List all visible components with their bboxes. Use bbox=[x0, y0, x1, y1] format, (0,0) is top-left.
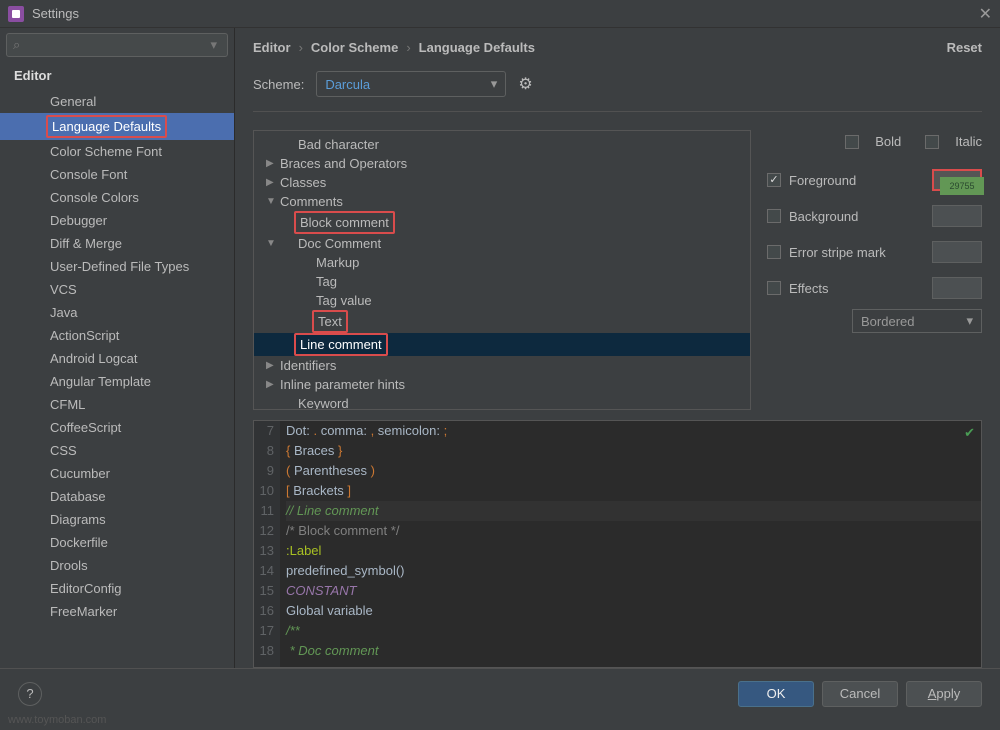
sidebar-item[interactable]: CFML bbox=[0, 393, 234, 416]
main-area: ⌕ ▾ Editor GeneralLanguage DefaultsColor… bbox=[0, 28, 1000, 668]
app-icon bbox=[8, 6, 24, 22]
cancel-button[interactable]: Cancel bbox=[822, 681, 898, 707]
code-preview: 789101112131415161718 Dot: . comma: , se… bbox=[253, 420, 982, 668]
scheme-select[interactable]: Darcula bbox=[316, 71, 506, 97]
attr-item[interactable]: Tag value bbox=[254, 291, 750, 310]
sidebar-item[interactable]: Language Defaults bbox=[0, 113, 234, 140]
attr-item[interactable]: ▼Doc Comment bbox=[254, 234, 750, 253]
breadcrumb: Editor › Color Scheme › Language Default… bbox=[253, 40, 982, 55]
chevron-right-icon: › bbox=[299, 40, 303, 55]
sidebar: ⌕ ▾ Editor GeneralLanguage DefaultsColor… bbox=[0, 28, 235, 668]
reset-link[interactable]: Reset bbox=[947, 40, 982, 55]
footer: ? OK Cancel Apply bbox=[0, 668, 1000, 718]
attr-item[interactable]: ▼Comments bbox=[254, 192, 750, 211]
sidebar-item[interactable]: Dockerfile bbox=[0, 531, 234, 554]
sidebar-item[interactable]: Diagrams bbox=[0, 508, 234, 531]
foreground-label: Foreground bbox=[789, 173, 856, 188]
background-label: Background bbox=[789, 209, 858, 224]
foreground-swatch-box: 29755 bbox=[932, 169, 982, 191]
sidebar-header[interactable]: Editor bbox=[0, 62, 234, 90]
ok-button[interactable]: OK bbox=[738, 681, 814, 707]
code-area[interactable]: Dot: . comma: , semicolon: ;{ Braces }( … bbox=[280, 421, 981, 667]
sidebar-item[interactable]: Angular Template bbox=[0, 370, 234, 393]
sidebar-item[interactable]: VCS bbox=[0, 278, 234, 301]
middle-pane: Bad character▶Braces and Operators▶Class… bbox=[253, 130, 982, 410]
crumb-2[interactable]: Color Scheme bbox=[311, 40, 398, 55]
attr-item[interactable]: Line comment bbox=[254, 333, 750, 356]
bold-label: Bold bbox=[875, 134, 901, 149]
italic-label: Italic bbox=[955, 134, 982, 149]
errorstripe-checkbox[interactable] bbox=[767, 245, 781, 259]
attribute-panel: Bold Italic Foreground 29755 Background bbox=[767, 130, 982, 410]
chevron-right-icon: › bbox=[406, 40, 410, 55]
attr-item[interactable]: ▶Classes bbox=[254, 173, 750, 192]
sidebar-item[interactable]: FreeMarker bbox=[0, 600, 234, 623]
attr-item[interactable]: ▶Inline parameter hints bbox=[254, 375, 750, 394]
sidebar-item[interactable]: Java bbox=[0, 301, 234, 324]
attr-item[interactable]: ▶Braces and Operators bbox=[254, 154, 750, 173]
crumb-1[interactable]: Editor bbox=[253, 40, 291, 55]
gear-icon[interactable]: ⚙ bbox=[518, 74, 532, 94]
bold-checkbox[interactable] bbox=[845, 135, 859, 149]
gutter: 789101112131415161718 bbox=[254, 421, 280, 667]
sidebar-item[interactable]: Database bbox=[0, 485, 234, 508]
sidebar-item[interactable]: CoffeeScript bbox=[0, 416, 234, 439]
attr-item[interactable]: Bad character bbox=[254, 135, 750, 154]
italic-checkbox[interactable] bbox=[925, 135, 939, 149]
sidebar-item[interactable]: Color Scheme Font bbox=[0, 140, 234, 163]
foreground-color[interactable]: 29755 bbox=[940, 177, 984, 195]
attr-item[interactable]: ▶Identifiers bbox=[254, 356, 750, 375]
sidebar-item[interactable]: Cucumber bbox=[0, 462, 234, 485]
sidebar-item[interactable]: Diff & Merge bbox=[0, 232, 234, 255]
sidebar-item[interactable]: Android Logcat bbox=[0, 347, 234, 370]
effects-label: Effects bbox=[789, 281, 829, 296]
search-icon: ⌕ bbox=[13, 37, 20, 53]
apply-label: pply bbox=[936, 686, 960, 701]
attribute-tree[interactable]: Bad character▶Braces and Operators▶Class… bbox=[253, 130, 751, 410]
search-input[interactable]: ⌕ ▾ bbox=[6, 33, 228, 57]
errorstripe-color[interactable] bbox=[932, 241, 982, 263]
attr-item[interactable]: Text bbox=[254, 310, 750, 333]
content: Editor › Color Scheme › Language Default… bbox=[235, 28, 1000, 668]
effects-type-select[interactable]: Bordered bbox=[852, 309, 982, 333]
apply-button[interactable]: Apply bbox=[906, 681, 982, 707]
sidebar-item[interactable]: General bbox=[0, 90, 234, 113]
sidebar-item[interactable]: Console Font bbox=[0, 163, 234, 186]
background-checkbox[interactable] bbox=[767, 209, 781, 223]
crumb-3: Language Defaults bbox=[419, 40, 535, 55]
attr-item[interactable]: Markup bbox=[254, 253, 750, 272]
sidebar-item[interactable]: Drools bbox=[0, 554, 234, 577]
attr-item[interactable]: Keyword bbox=[254, 394, 750, 410]
sidebar-tree: GeneralLanguage DefaultsColor Scheme Fon… bbox=[0, 90, 234, 668]
effects-checkbox[interactable] bbox=[767, 281, 781, 295]
sidebar-item[interactable]: EditorConfig bbox=[0, 577, 234, 600]
sidebar-item[interactable]: ActionScript bbox=[0, 324, 234, 347]
background-color[interactable] bbox=[932, 205, 982, 227]
search-chevron: ▾ bbox=[210, 37, 217, 53]
attr-item[interactable]: Block comment bbox=[254, 211, 750, 234]
sidebar-item[interactable]: User-Defined File Types bbox=[0, 255, 234, 278]
scheme-label: Scheme: bbox=[253, 77, 304, 92]
effects-color[interactable] bbox=[932, 277, 982, 299]
sidebar-item[interactable]: Console Colors bbox=[0, 186, 234, 209]
errorstripe-label: Error stripe mark bbox=[789, 245, 886, 260]
window-title: Settings bbox=[32, 6, 79, 21]
help-button[interactable]: ? bbox=[18, 682, 42, 706]
close-icon[interactable]: ✕ bbox=[979, 4, 992, 24]
scheme-row: Scheme: Darcula ⚙ bbox=[253, 71, 982, 112]
inspection-icon[interactable]: ✔ bbox=[964, 425, 975, 441]
attr-item[interactable]: Tag bbox=[254, 272, 750, 291]
sidebar-item[interactable]: CSS bbox=[0, 439, 234, 462]
sidebar-item[interactable]: Debugger bbox=[0, 209, 234, 232]
watermark: www.toymoban.com bbox=[8, 714, 106, 726]
foreground-checkbox[interactable] bbox=[767, 173, 781, 187]
titlebar: Settings ✕ bbox=[0, 0, 1000, 28]
